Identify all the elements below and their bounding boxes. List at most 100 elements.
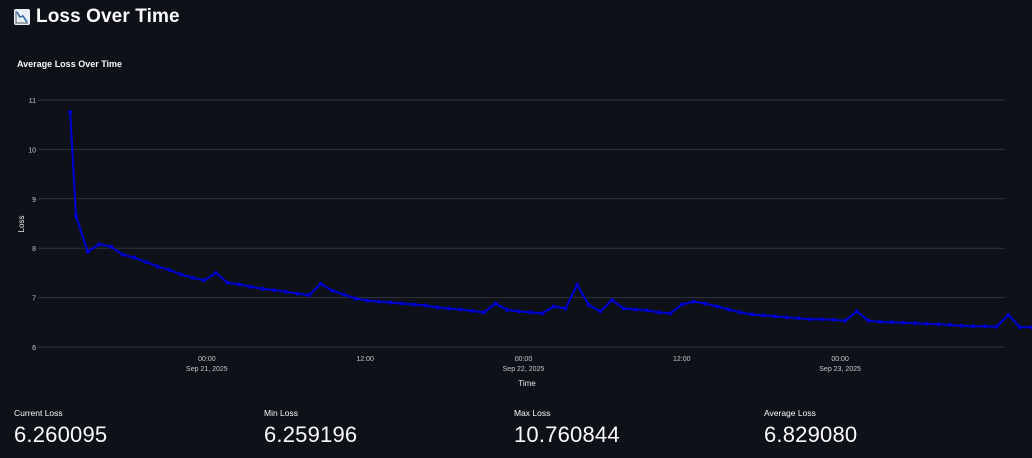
data-point (994, 324, 999, 329)
y-axis-title: Loss (17, 216, 26, 233)
data-point (248, 284, 253, 289)
data-point (726, 307, 731, 312)
data-point (377, 299, 381, 304)
data-point (528, 310, 533, 315)
data-point (109, 244, 113, 249)
data-point (866, 318, 871, 323)
data-point (1006, 312, 1011, 317)
x-tick-label: 00:00 (198, 356, 216, 363)
data-point (621, 306, 626, 311)
data-point (703, 301, 708, 306)
data-point (633, 307, 638, 312)
y-tick-label: 7 (32, 296, 36, 303)
data-point (761, 313, 766, 318)
data-point (132, 255, 137, 260)
data-point (936, 322, 941, 327)
data-point (423, 303, 428, 308)
metric-max-loss: Max Loss 10.760844 (514, 408, 620, 448)
data-point (808, 317, 813, 322)
data-point (342, 292, 347, 297)
data-point (959, 323, 964, 328)
y-tick-label: 9 (32, 197, 36, 204)
data-point (878, 319, 883, 324)
loss-series-line (69, 111, 1032, 329)
data-point (913, 321, 918, 326)
data-point (318, 281, 323, 286)
data-point (74, 214, 78, 219)
x-tick-sublabel: Sep 21, 2025 (186, 366, 228, 373)
data-point (237, 282, 242, 287)
data-point (167, 267, 172, 272)
data-point (178, 272, 183, 277)
data-point (458, 307, 463, 312)
data-point (901, 320, 906, 325)
data-point (924, 321, 929, 326)
data-point (575, 282, 580, 287)
y-tick-label: 6 (32, 345, 36, 352)
data-point (260, 286, 265, 291)
data-point (388, 300, 393, 305)
data-point (68, 109, 73, 114)
y-tick-label: 10 (28, 147, 36, 154)
loss-line-chart: 6 7 8 9 10 11 00:00 Sep 21, 2025 12:00 00:00 Sep 2… (17, 98, 1032, 388)
data-point (831, 317, 836, 322)
data-point (598, 309, 603, 314)
data-point (889, 320, 894, 325)
data-point (516, 309, 521, 314)
data-point (843, 318, 848, 323)
metric-min-loss: Min Loss 6.259196 (264, 408, 357, 448)
data-point (307, 293, 312, 298)
x-axis-title: Time (518, 379, 536, 388)
data-point (563, 306, 568, 311)
data-point (749, 312, 754, 317)
data-point (715, 304, 719, 309)
metric-label: Current Loss (14, 408, 63, 418)
x-tick-sublabel: Sep 23, 2025 (819, 366, 861, 373)
data-point (446, 306, 451, 311)
data-point (190, 275, 195, 280)
data-point (854, 309, 859, 314)
data-point (283, 289, 288, 294)
data-point (470, 308, 475, 313)
y-tick-label: 11 (29, 98, 36, 105)
metric-label: Average Loss (764, 408, 816, 418)
data-point (85, 249, 90, 254)
data-point (400, 301, 405, 306)
data-point (202, 278, 207, 283)
metric-value: 6.259196 (264, 422, 358, 447)
metric-value: 10.760844 (514, 422, 620, 447)
metric-value: 6.260095 (14, 422, 108, 447)
data-point (645, 308, 649, 313)
data-point (120, 252, 125, 257)
data-point (680, 302, 684, 307)
data-point (225, 280, 230, 285)
data-point (784, 315, 789, 320)
data-point (353, 296, 358, 301)
data-point (971, 324, 976, 329)
data-point (295, 291, 300, 296)
data-point (610, 298, 615, 303)
x-tick-label: 12:00 (356, 356, 374, 363)
metric-label: Max Loss (514, 408, 551, 418)
x-tick-label: 12:00 (673, 356, 691, 363)
data-point (155, 264, 160, 269)
data-point (668, 311, 673, 316)
data-point (330, 288, 335, 293)
x-tick-sublabel: Sep 22, 2025 (503, 366, 545, 373)
data-point (691, 299, 696, 304)
x-tick-label: 00:00 (831, 356, 849, 363)
metric-average-loss: Average Loss 6.829080 (764, 408, 857, 448)
data-point (540, 311, 545, 316)
metric-label: Min Loss (264, 408, 299, 418)
data-point (819, 317, 824, 322)
data-point (365, 298, 370, 303)
x-tick-label: 00:00 (515, 356, 533, 363)
data-point (656, 310, 661, 315)
data-point (272, 288, 277, 293)
data-point (796, 316, 801, 321)
data-point (435, 305, 440, 310)
data-point (586, 303, 591, 307)
data-point (738, 310, 743, 315)
data-point (773, 314, 778, 319)
data-point (983, 324, 987, 329)
